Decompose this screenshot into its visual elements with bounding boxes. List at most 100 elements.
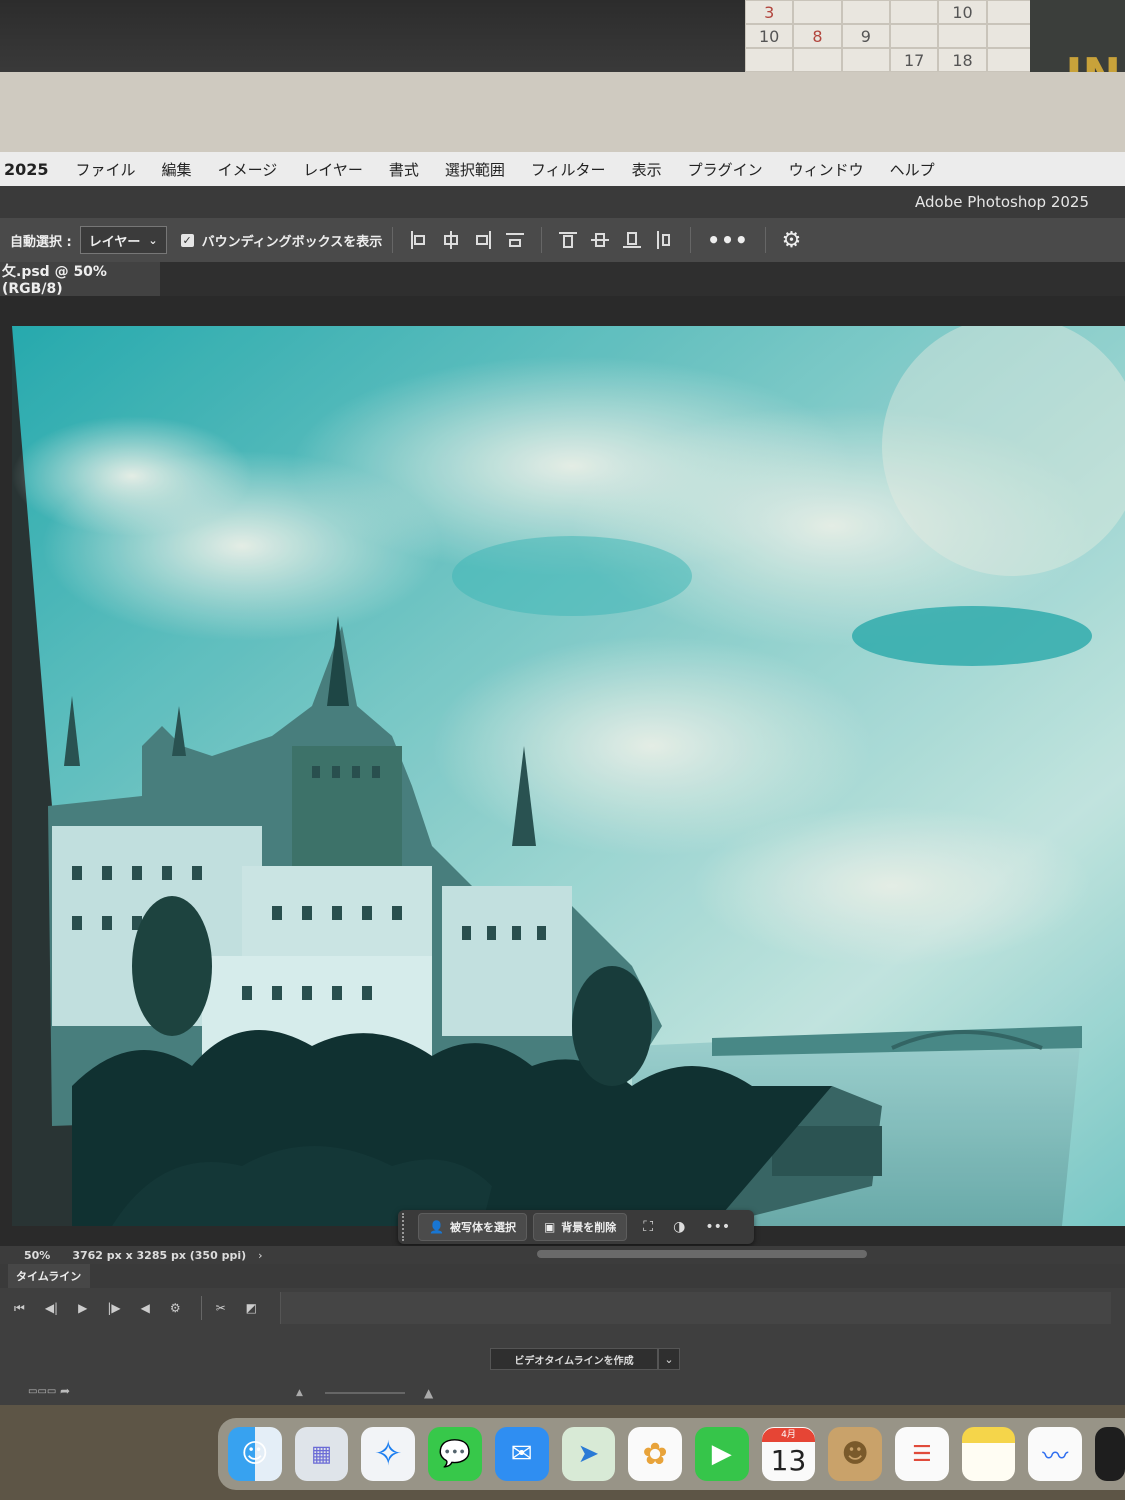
calendar-cell: 17 — [889, 48, 939, 72]
finder-icon[interactable]: ☺ — [228, 1427, 282, 1481]
align-bottom-icon[interactable] — [621, 229, 643, 251]
render-video-icon[interactable]: ➦ — [60, 1384, 70, 1398]
align-top-icon[interactable] — [557, 229, 579, 251]
timeline-controls: ⏮ ◀| ▶ |▶ ◀ ⚙ ✂ ◩ — [14, 1296, 277, 1320]
drag-handle-icon[interactable] — [402, 1213, 412, 1241]
align-right-icon[interactable] — [472, 229, 494, 251]
menu-filter[interactable]: フィルター — [518, 159, 619, 180]
settings-icon[interactable]: ⚙ — [170, 1301, 181, 1315]
menu-image[interactable]: イメージ — [205, 159, 291, 180]
freeform-icon[interactable]: 〰 — [1028, 1427, 1083, 1481]
monitor-screen: 2025 ファイル 編集 イメージ レイヤー 書式 選択範囲 フィルター 表示 … — [0, 152, 1125, 1407]
auto-select-target-value: レイヤー — [88, 234, 141, 250]
create-video-timeline-label: ビデオタイムラインを作成 — [514, 1355, 634, 1367]
menu-file[interactable]: ファイル — [63, 159, 149, 180]
calendar-cell — [889, 0, 939, 24]
wall-calendar: 3 10 10 8 9 17 18 — [745, 0, 1035, 72]
document-tab[interactable]: 攵.psd @ 50% (RGB/8) — [0, 262, 160, 297]
menu-help[interactable]: ヘルプ — [877, 159, 948, 180]
calendar-cell: 18 — [938, 48, 987, 72]
menu-layer[interactable]: レイヤー — [290, 159, 376, 180]
menubar: 2025 ファイル 編集 イメージ レイヤー 書式 選択範囲 フィルター 表示 … — [0, 152, 1125, 186]
bounding-box-checkbox[interactable]: ✓ — [180, 233, 194, 247]
calendar-icon[interactable]: 4月 13 — [761, 1427, 816, 1481]
timeline-zoom-slider[interactable] — [325, 1392, 405, 1394]
contextual-task-bar: 👤 被写体を選択 ▣ 背景を削除 ⛶ ◑ ••• — [398, 1210, 754, 1244]
calendar-cell — [793, 48, 842, 72]
auto-select-target-dropdown[interactable]: レイヤー ⌄ — [79, 226, 167, 254]
more-options-icon[interactable]: ••• — [707, 228, 748, 252]
bounding-box-label: バウンディングボックスを表示 — [201, 234, 383, 250]
next-frame-icon[interactable]: |▶ — [107, 1301, 120, 1315]
monitor-bezel-top — [0, 72, 1125, 154]
apple-icon[interactable] — [1095, 1427, 1125, 1481]
select-subject-label: 被写体を選択 — [449, 1221, 516, 1234]
menu-view[interactable]: 表示 — [619, 159, 675, 180]
play-icon[interactable]: ▶ — [78, 1301, 87, 1315]
photos-icon[interactable]: ✿ — [628, 1427, 682, 1481]
document-tab-label: 攵.psd @ 50% (RGB/8) — [2, 264, 107, 297]
calendar-cell: 10 — [745, 24, 794, 48]
canvas-image[interactable] — [12, 326, 1125, 1226]
align-left-icon[interactable] — [408, 229, 430, 251]
zoom-out-icon[interactable]: ▲ — [296, 1388, 303, 1398]
transform-icon[interactable]: ⛶ — [643, 1219, 653, 1235]
image-icon: ▣ — [543, 1220, 556, 1234]
canvas-area[interactable] — [0, 296, 1125, 1246]
window-titlebar: Adobe Photoshop 2025 — [0, 186, 1125, 218]
calendar-cell — [745, 48, 794, 72]
align-horizontal-center-icon[interactable] — [440, 229, 462, 251]
select-subject-button[interactable]: 👤 被写体を選択 — [418, 1213, 527, 1241]
calendar-cell: 10 — [938, 0, 987, 24]
menu-plugins[interactable]: プラグイン — [675, 159, 776, 180]
options-bar: 自動選択 : レイヤー ⌄ ✓ バウンディングボックスを表示 ••• ⚙ — [0, 218, 1125, 262]
zoom-level[interactable]: 50% — [0, 1249, 72, 1262]
notes-icon[interactable] — [961, 1427, 1016, 1481]
toolbar-divider — [392, 227, 394, 253]
maps-icon[interactable]: ➤ — [561, 1427, 616, 1481]
transition-icon[interactable]: ◩ — [246, 1301, 257, 1315]
app-menu[interactable]: 2025 — [0, 160, 63, 179]
calendar-month: 4月 — [761, 1428, 816, 1442]
gear-icon[interactable]: ⚙ — [782, 228, 802, 253]
stockholm-photo — [12, 326, 1125, 1226]
calendar-cell — [986, 48, 1035, 72]
launchpad-icon[interactable]: ▦ — [294, 1427, 349, 1481]
facetime-icon[interactable]: ▶ — [694, 1427, 749, 1481]
timeline-tab-label: タイムライン — [16, 1270, 82, 1283]
menu-type[interactable]: 書式 — [376, 159, 432, 180]
zoom-in-icon[interactable]: ▲ — [424, 1386, 433, 1400]
menu-window[interactable]: ウィンドウ — [776, 159, 877, 180]
reminders-icon[interactable]: ☰ — [895, 1427, 949, 1481]
align-vertical-center-icon[interactable] — [589, 229, 611, 251]
contacts-icon[interactable]: ☻ — [828, 1427, 883, 1481]
more-icon[interactable]: ••• — [705, 1219, 730, 1235]
previous-frame-icon[interactable]: ◀| — [45, 1301, 58, 1315]
scissors-icon[interactable]: ✂ — [216, 1301, 226, 1315]
frame-animation-icon[interactable]: ▭▭▭ — [28, 1386, 56, 1397]
chevron-down-icon: ⌄ — [148, 233, 158, 247]
person-icon: 👤 — [429, 1220, 444, 1234]
mail-icon[interactable]: ✉ — [494, 1427, 549, 1481]
timeline-track[interactable] — [280, 1292, 1111, 1324]
calendar-cell — [986, 24, 1035, 48]
remove-background-button[interactable]: ▣ 背景を削除 — [532, 1213, 628, 1241]
messages-icon[interactable]: 💬 — [428, 1427, 482, 1481]
distribute-horizontal-icon[interactable] — [653, 229, 675, 251]
menu-select[interactable]: 選択範囲 — [432, 159, 518, 180]
create-video-timeline-button[interactable]: ビデオタイムラインを作成 — [490, 1348, 658, 1370]
go-to-first-frame-icon[interactable]: ⏮ — [14, 1301, 25, 1316]
safari-icon[interactable]: ✧ — [361, 1427, 416, 1481]
toolbar-divider — [764, 227, 766, 253]
menu-edit[interactable]: 編集 — [149, 159, 205, 180]
calendar-cell — [986, 0, 1035, 24]
chevron-right-icon[interactable]: › — [258, 1249, 262, 1262]
create-timeline-dropdown[interactable]: ⌄ — [658, 1348, 680, 1370]
timeline-panel: ⏮ ◀| ▶ |▶ ◀ ⚙ ✂ ◩ ビデオタイムラインを作成 ⌄ ▭▭▭ ➦ ▲… — [0, 1288, 1125, 1407]
tab-timeline[interactable]: タイムライン — [8, 1264, 90, 1288]
audio-icon[interactable]: ◀ — [141, 1301, 150, 1315]
horizontal-scrollbar[interactable] — [537, 1250, 867, 1258]
adjustment-icon[interactable]: ◑ — [673, 1219, 685, 1235]
distribute-vertical-icon[interactable] — [504, 229, 526, 251]
auto-select-label: 自動選択 : — [10, 234, 72, 250]
